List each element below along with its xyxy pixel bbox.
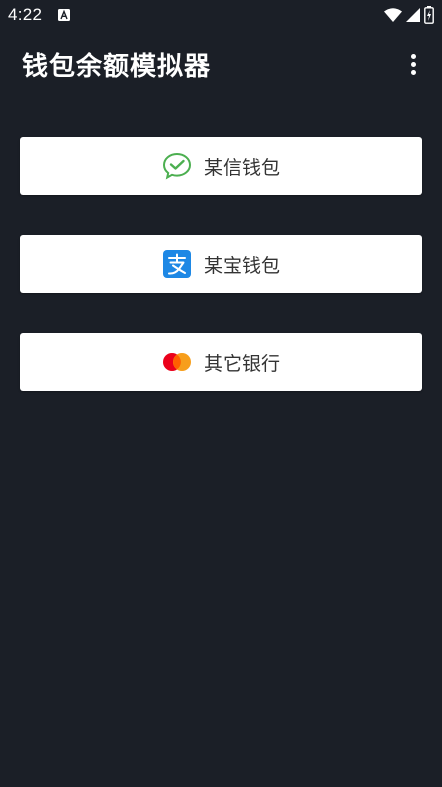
status-icons: [384, 5, 434, 25]
alipay-icon: [162, 249, 192, 279]
alipay-wallet-button[interactable]: 某宝钱包: [20, 235, 422, 293]
app-title: 钱包余额模拟器: [22, 52, 212, 82]
other-bank-button[interactable]: 其它银行: [20, 333, 422, 391]
wifi-icon: [384, 8, 402, 22]
wechat-wallet-button[interactable]: 某信钱包: [20, 137, 422, 195]
overflow-menu-button[interactable]: [404, 50, 422, 78]
status-time: 4:22: [8, 5, 43, 24]
app-screen: 4:22 钱包余额模拟器 某信钱包 某宝钱包 其它银行: [0, 0, 442, 787]
more-vert-icon: [410, 53, 416, 59]
alipay-wallet-label: 某宝钱包: [203, 254, 280, 277]
battery-icon: [424, 6, 434, 24]
app-bar: 钱包余额模拟器: [0, 30, 442, 96]
signal-icon: [406, 8, 420, 22]
mastercard-icon: [162, 347, 192, 377]
wechat-icon: [162, 151, 192, 181]
status-bar: 4:22: [0, 0, 442, 30]
notification-a-icon: [58, 9, 70, 21]
more-vert-icon-dot: [410, 61, 416, 67]
wechat-wallet-label: 某信钱包: [203, 156, 280, 179]
other-bank-label: 其它银行: [203, 352, 280, 375]
more-vert-icon-dot: [410, 69, 416, 75]
